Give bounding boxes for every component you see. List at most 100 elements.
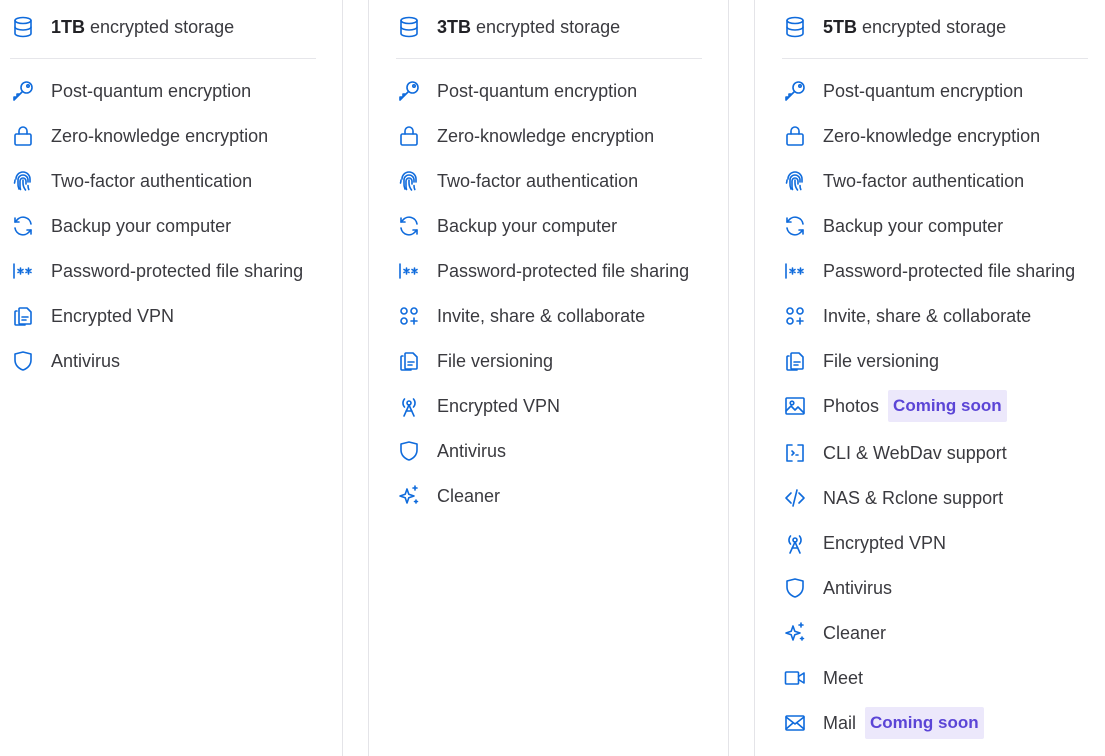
storage-suffix: encrypted storage	[471, 16, 621, 37]
plan-card-3tb: 3TB encrypted storage Post-quantum encry…	[396, 0, 716, 756]
feature-item: Invite, share & collaborate	[782, 300, 1031, 332]
file-copy-icon	[10, 303, 36, 329]
feature-label: Password-protected file sharing	[823, 260, 1076, 281]
feature-label: Zero-knowledge encryption	[437, 125, 655, 146]
feature-item: Antivirus	[10, 345, 120, 377]
feature-item: Zero-knowledge encryption	[396, 120, 654, 152]
feature-label: Backup your computer	[823, 215, 1004, 236]
antenna-icon	[396, 393, 422, 419]
feature-label: Two-factor authentication	[51, 170, 253, 191]
feature-item: Photos Coming soon	[782, 390, 1007, 422]
coming-soon-badge: Coming soon	[888, 390, 1007, 422]
plans-feature-list: 1TB encrypted storage Post-quantum encry…	[0, 0, 1105, 756]
feature-item: File versioning	[782, 345, 939, 377]
feature-item: Meet	[782, 662, 863, 694]
database-icon	[10, 14, 36, 40]
sync-icon	[396, 213, 422, 239]
feature-label: Encrypted VPN	[51, 305, 175, 326]
feature-item: Post-quantum encryption	[782, 75, 1023, 107]
feature-item: Antivirus	[782, 572, 892, 604]
storage-row: 1TB encrypted storage	[10, 10, 234, 44]
feature-item: Backup your computer	[10, 210, 231, 242]
lock-icon	[782, 123, 808, 149]
file-copy-icon	[782, 348, 808, 374]
coming-soon-badge: Coming soon	[865, 707, 984, 739]
storage-label: 5TB encrypted storage	[823, 17, 1006, 38]
feature-label: Antivirus	[823, 577, 893, 598]
feature-label: Encrypted VPN	[823, 532, 947, 553]
feature-label: Meet	[823, 667, 864, 688]
fingerprint-icon	[10, 168, 36, 194]
database-icon	[396, 14, 422, 40]
feature-item: Password-protected file sharing	[396, 255, 689, 287]
plan-card-1tb: 1TB encrypted storage Post-quantum encry…	[10, 0, 330, 756]
feature-label: Password-protected file sharing	[437, 260, 690, 281]
feature-label: Backup your computer	[51, 215, 232, 236]
feature-label: Password-protected file sharing	[51, 260, 304, 281]
envelope-icon	[782, 710, 808, 736]
feature-item: Mail Coming soon	[782, 707, 984, 739]
file-copy-icon	[396, 348, 422, 374]
feature-label: Zero-knowledge encryption	[823, 125, 1041, 146]
sparkle-icon	[396, 483, 422, 509]
password-icon	[10, 258, 36, 284]
shield-icon	[10, 348, 36, 374]
lock-icon	[396, 123, 422, 149]
sync-icon	[10, 213, 36, 239]
shield-icon	[396, 438, 422, 464]
key-icon	[396, 78, 422, 104]
antenna-icon	[782, 530, 808, 556]
feature-label: Post-quantum encryption	[51, 80, 252, 101]
feature-item: Encrypted VPN	[782, 527, 946, 559]
feature-label: Invite, share & collaborate	[823, 305, 1032, 326]
feature-item: Encrypted VPN	[396, 390, 560, 422]
users-icon	[396, 303, 422, 329]
feature-label: Zero-knowledge encryption	[51, 125, 269, 146]
feature-label: Mail	[823, 712, 857, 733]
feature-label: Antivirus	[51, 350, 121, 371]
feature-label: Invite, share & collaborate	[437, 305, 646, 326]
storage-row: 3TB encrypted storage	[396, 10, 620, 44]
feature-item: Backup your computer	[396, 210, 617, 242]
feature-label: Antivirus	[437, 440, 507, 461]
storage-label: 3TB encrypted storage	[437, 17, 620, 38]
fingerprint-icon	[782, 168, 808, 194]
feature-item: Password-protected file sharing	[10, 255, 303, 287]
feature-label: Photos	[823, 395, 880, 416]
feature-item: Zero-knowledge encryption	[10, 120, 268, 152]
terminal-icon	[782, 440, 808, 466]
sparkle-icon	[782, 620, 808, 646]
feature-item: Two-factor authentication	[10, 165, 252, 197]
password-icon	[396, 258, 422, 284]
feature-label: Encrypted VPN	[437, 395, 561, 416]
feature-label: Backup your computer	[437, 215, 618, 236]
storage-amount: 5TB	[823, 16, 858, 37]
key-icon	[10, 78, 36, 104]
users-icon	[782, 303, 808, 329]
feature-item: Zero-knowledge encryption	[782, 120, 1040, 152]
fingerprint-icon	[396, 168, 422, 194]
feature-item: Invite, share & collaborate	[396, 300, 645, 332]
column-divider	[342, 0, 343, 756]
feature-label: Two-factor authentication	[823, 170, 1025, 191]
feature-item: Cleaner	[396, 480, 500, 512]
shield-icon	[782, 575, 808, 601]
feature-item: Post-quantum encryption	[10, 75, 251, 107]
feature-item: Two-factor authentication	[782, 165, 1024, 197]
feature-item: Two-factor authentication	[396, 165, 638, 197]
storage-amount: 3TB	[437, 16, 472, 37]
separator	[782, 58, 1088, 59]
feature-label: Post-quantum encryption	[437, 80, 638, 101]
separator	[396, 58, 702, 59]
sync-icon	[782, 213, 808, 239]
storage-suffix: encrypted storage	[857, 16, 1007, 37]
lock-icon	[10, 123, 36, 149]
password-icon	[782, 258, 808, 284]
feature-label: Cleaner	[437, 485, 501, 506]
video-camera-icon	[782, 665, 808, 691]
column-divider	[728, 0, 729, 756]
storage-label: 1TB encrypted storage	[51, 17, 234, 38]
plan-card-5tb: 5TB encrypted storage Post-quantum encry…	[782, 0, 1102, 756]
feature-item: Cleaner	[782, 617, 886, 649]
feature-item: Password-protected file sharing	[782, 255, 1075, 287]
